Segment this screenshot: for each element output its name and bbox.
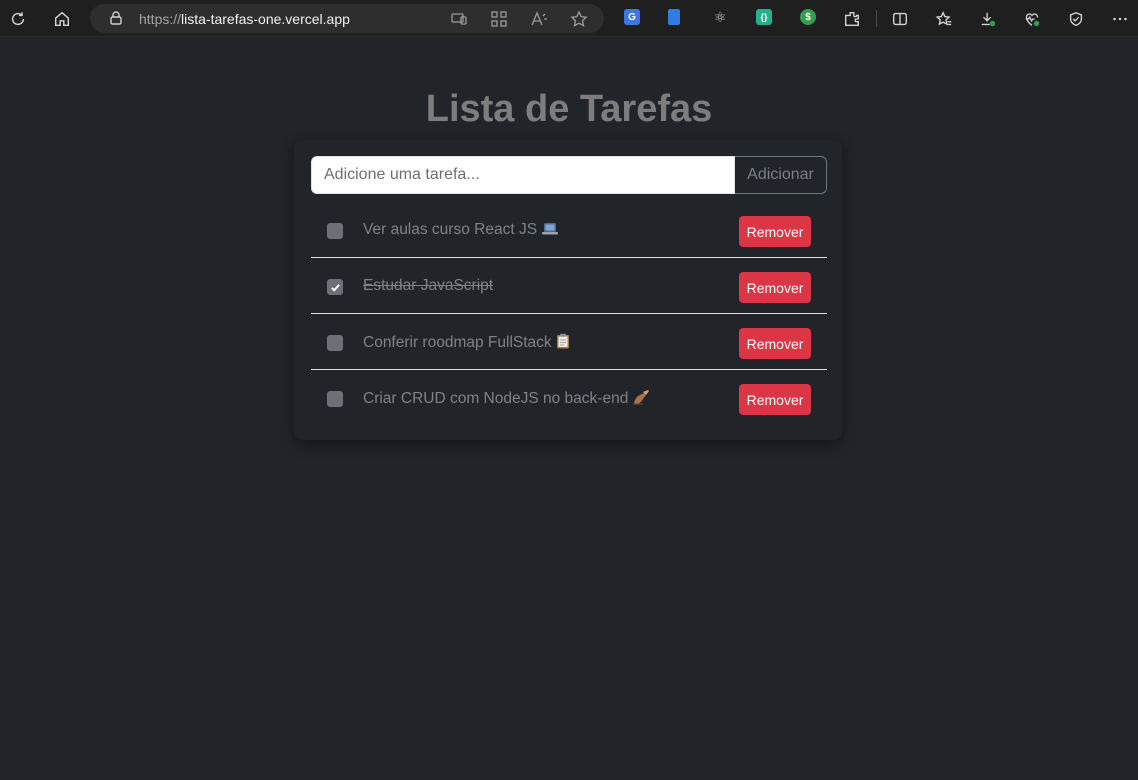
- downloads-icon[interactable]: [975, 6, 1001, 32]
- remove-task-button[interactable]: Remover: [739, 384, 811, 415]
- dollar-extension-icon[interactable]: $: [800, 9, 816, 25]
- address-bar[interactable]: https://lista-tarefas-one.vercel.app: [90, 4, 604, 33]
- url-protocol: https://: [139, 11, 182, 27]
- react-devtools-icon[interactable]: ⚛: [712, 9, 728, 25]
- more-options-icon[interactable]: [1107, 6, 1133, 32]
- lock-icon[interactable]: [108, 10, 124, 26]
- code-extension-icon[interactable]: {}: [756, 9, 772, 25]
- add-task-button[interactable]: Adicionar: [735, 156, 827, 194]
- notes-extension-icon[interactable]: [668, 9, 680, 25]
- task-checkbox[interactable]: [327, 335, 343, 351]
- todo-card: Adicionar Ver aulas curso React JS Remov…: [294, 140, 842, 440]
- task-text: Estudar JavaScript: [363, 277, 493, 295]
- task-list: Ver aulas curso React JS Remover Estudar…: [311, 202, 827, 426]
- toolbar-divider: [876, 10, 877, 27]
- refresh-icon[interactable]: [5, 6, 31, 32]
- task-checkbox[interactable]: [327, 223, 343, 239]
- checkmark-icon: [330, 283, 340, 292]
- task-checkbox-checked[interactable]: [327, 279, 343, 295]
- split-screen-icon[interactable]: [887, 6, 913, 32]
- writing-hand-icon: [632, 389, 650, 410]
- laptop-icon: [541, 222, 559, 241]
- task-label: Criar CRUD com NodeJS no back-end: [363, 390, 629, 407]
- remove-task-button[interactable]: Remover: [739, 328, 811, 359]
- app-available-icon[interactable]: [450, 10, 468, 28]
- task-input[interactable]: [311, 156, 735, 194]
- favorites-icon[interactable]: [931, 6, 957, 32]
- task-item: Estudar JavaScript Remover: [311, 258, 827, 314]
- task-text: Criar CRUD com NodeJS no back-end: [363, 389, 650, 410]
- browser-toolbar: https://lista-tarefas-one.vercel.app G ⚛…: [0, 0, 1138, 37]
- url-text[interactable]: https://lista-tarefas-one.vercel.app: [139, 11, 350, 27]
- task-checkbox[interactable]: [327, 391, 343, 407]
- extensions-puzzle-icon[interactable]: [839, 6, 865, 32]
- remove-task-button[interactable]: Remover: [739, 216, 811, 247]
- task-text: Conferir roodmap FullStack: [363, 333, 570, 354]
- page-title: Lista de Tarefas: [425, 88, 713, 130]
- clipboard-icon: [556, 333, 570, 354]
- task-item: Criar CRUD com NodeJS no back-end Remove…: [311, 370, 827, 426]
- task-label: Conferir roodmap FullStack: [363, 334, 552, 351]
- translate-extension-icon[interactable]: G: [624, 9, 640, 25]
- task-label: Ver aulas curso React JS: [363, 221, 538, 238]
- browser-essentials-icon[interactable]: [1019, 6, 1045, 32]
- home-icon[interactable]: [49, 6, 75, 32]
- qr-code-icon[interactable]: [490, 10, 508, 28]
- favorite-star-icon[interactable]: [570, 10, 588, 28]
- task-text: Ver aulas curso React JS: [363, 221, 559, 241]
- read-aloud-icon[interactable]: [530, 10, 548, 28]
- url-host: lista-tarefas-one.vercel.app: [181, 11, 350, 27]
- task-item: Ver aulas curso React JS Remover: [311, 202, 827, 258]
- add-task-form: Adicionar: [311, 156, 827, 194]
- remove-task-button[interactable]: Remover: [739, 272, 811, 303]
- task-label: Estudar JavaScript: [363, 277, 494, 294]
- performance-icon[interactable]: [1063, 6, 1089, 32]
- task-item: Conferir roodmap FullStack Remover: [311, 314, 827, 370]
